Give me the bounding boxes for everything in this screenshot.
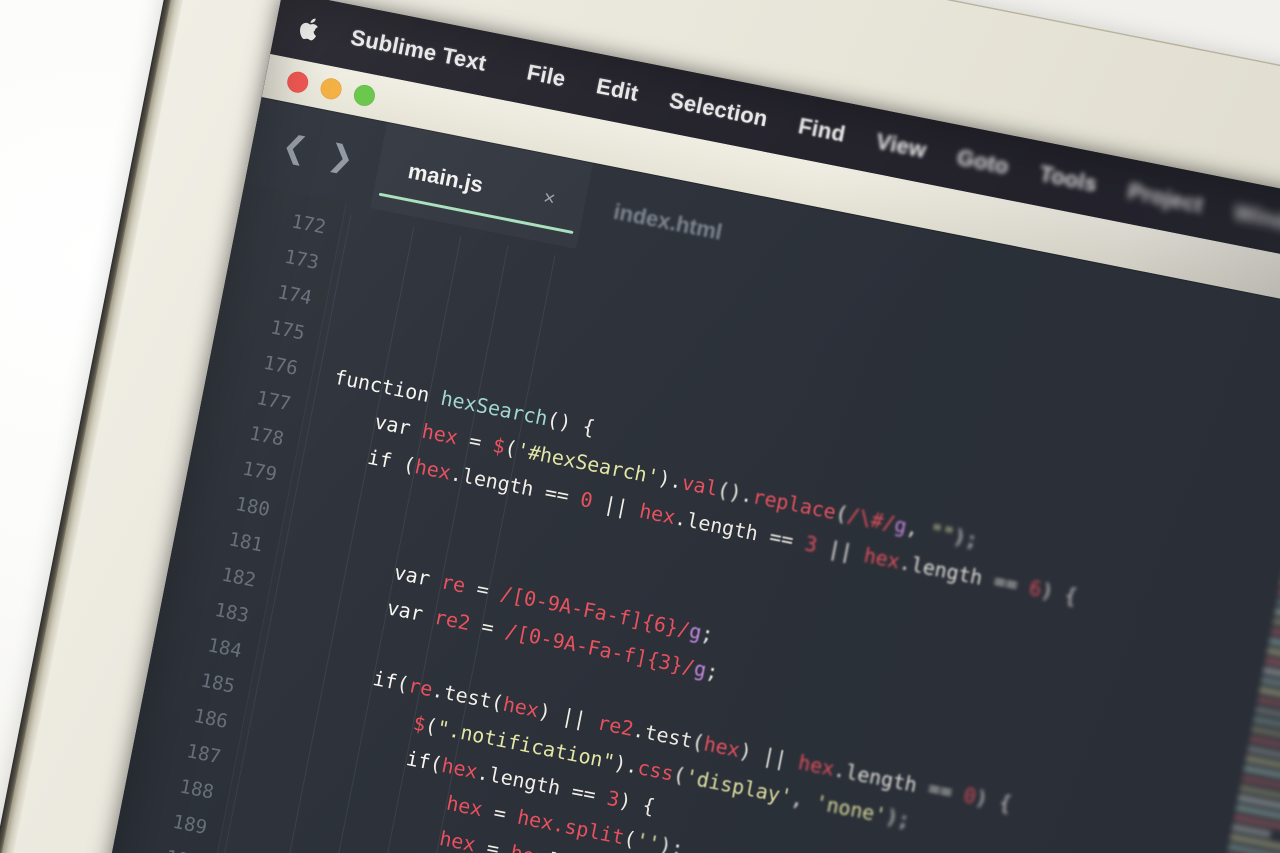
code-token: var: [385, 595, 437, 628]
code-token: ==: [570, 779, 610, 810]
code-token: );: [884, 804, 912, 832]
menu-item-selection[interactable]: Selection: [651, 84, 785, 135]
code-token: =: [480, 798, 520, 829]
code-token: ||: [590, 489, 642, 522]
code-token: var: [392, 560, 444, 593]
window-zoom-button[interactable]: [352, 83, 377, 108]
code-token: hex: [508, 840, 548, 853]
code-token: hex: [637, 499, 677, 530]
code-token: ) {: [973, 785, 1013, 816]
code-token: hex: [702, 731, 742, 762]
code-token: ==: [543, 480, 583, 511]
menu-item-window[interactable]: Window: [1216, 196, 1280, 244]
code-token: hex: [438, 826, 478, 853]
code-token: =: [455, 426, 495, 457]
menu-item-find[interactable]: Find: [780, 110, 863, 151]
code-token: 'none': [813, 790, 889, 828]
code-token: .test: [430, 678, 494, 713]
code-token: );: [952, 524, 980, 552]
window-minimize-button[interactable]: [319, 76, 344, 101]
code-token: ;: [699, 621, 715, 647]
code-indent: [325, 400, 377, 433]
code-token: () {: [545, 407, 597, 440]
code-token: hex: [445, 791, 485, 822]
chevron-right-icon[interactable]: ❯: [326, 140, 356, 174]
code-token: ) ||: [737, 738, 801, 773]
code-token: =: [468, 612, 508, 643]
code-token: re2: [432, 605, 472, 636]
code-token: ;: [704, 658, 720, 684]
code-token: .test: [631, 717, 695, 752]
close-icon[interactable]: ×: [541, 186, 557, 211]
code-indent: [318, 435, 370, 468]
tab-label: index.html: [611, 199, 724, 246]
window-close-button[interactable]: [285, 69, 310, 94]
code-token: hex: [515, 805, 555, 836]
code-token: val: [680, 470, 720, 501]
code-token: ||: [815, 534, 867, 567]
menu-item-edit[interactable]: Edit: [578, 70, 656, 110]
tab-nav-arrows: ❮ ❯: [250, 125, 382, 179]
menu-item-goto[interactable]: Goto: [939, 141, 1027, 183]
apple-logo-icon[interactable]: [297, 14, 324, 44]
menu-item-view[interactable]: View: [858, 125, 944, 167]
code-token: =: [463, 574, 503, 605]
code-token: =: [473, 833, 513, 853]
code-token: re2: [595, 710, 635, 741]
code-token: /\#/: [845, 503, 897, 536]
code-token: ) {: [1039, 578, 1079, 609]
code-token: hex: [440, 753, 480, 784]
code-token: );: [657, 833, 685, 853]
code-token: ==: [767, 524, 807, 555]
code-token: ==: [926, 776, 966, 807]
code-token: ().: [715, 477, 755, 508]
code-token: ==: [992, 569, 1032, 600]
menu-item-project[interactable]: Project: [1110, 175, 1221, 221]
code-token: hex: [420, 419, 460, 450]
code-token: var: [373, 409, 425, 442]
code-token: hex: [862, 543, 902, 574]
screenshot-stage: Sublime Text File Edit Selection Find Vi…: [0, 0, 1280, 853]
code-token: hex: [796, 750, 836, 781]
tab-label: main.js: [406, 158, 485, 198]
menu-item-tools[interactable]: Tools: [1022, 158, 1115, 201]
code-token: ) {: [617, 788, 657, 819]
menu-item-sublime-text[interactable]: Sublime Text: [348, 24, 514, 81]
code-token: hex: [413, 454, 453, 485]
code-token: css: [636, 755, 676, 786]
code-token: hex: [501, 692, 541, 723]
code-token: if: [366, 445, 406, 476]
code-token: ) ||: [536, 699, 600, 734]
laptop: Sublime Text File Edit Selection Find Vi…: [0, 0, 1280, 853]
chevron-left-icon[interactable]: ❮: [280, 131, 310, 165]
menu-item-file[interactable]: File: [509, 56, 583, 95]
